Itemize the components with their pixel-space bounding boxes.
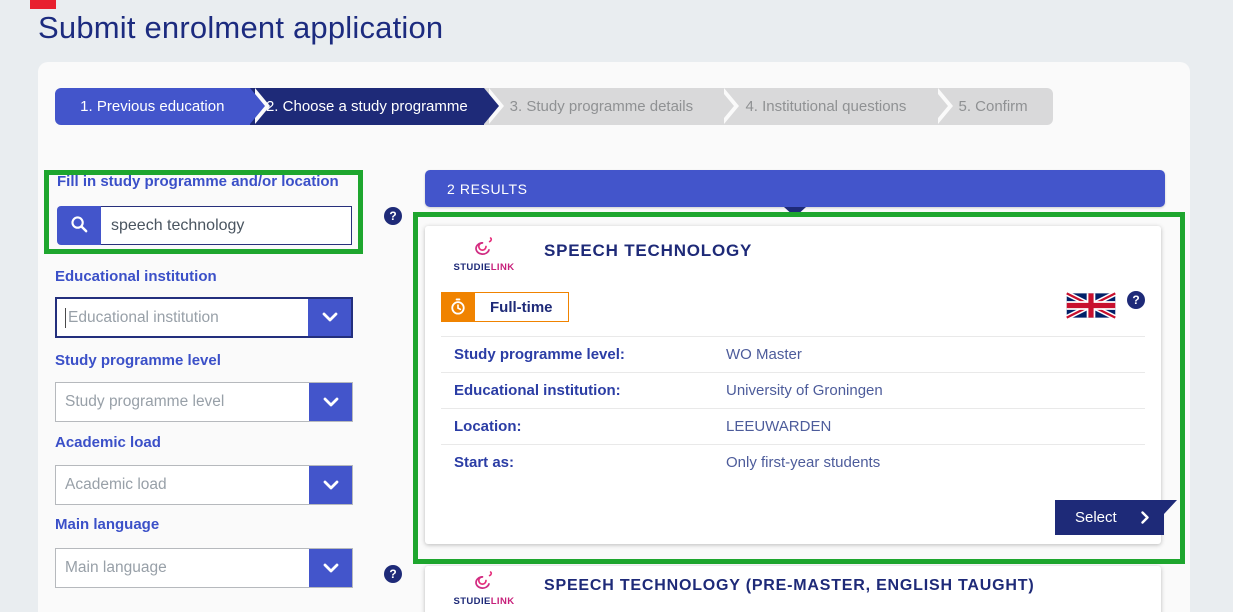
red-marker xyxy=(30,0,56,9)
step-previous-education[interactable]: 1. Previous education xyxy=(55,88,250,125)
help-icon-search[interactable]: ? xyxy=(384,207,402,225)
filter-label-educational-institution: Educational institution xyxy=(55,268,217,285)
help-icon-language[interactable]: ? xyxy=(1127,291,1145,309)
programme-title: SPEECH TECHNOLOGY xyxy=(544,241,752,261)
programme-title: SPEECH TECHNOLOGY (PRE-MASTER, ENGLISH T… xyxy=(544,577,1034,595)
clock-icon xyxy=(441,292,474,322)
studielink-logo: STUDIELINK xyxy=(451,237,517,273)
dropdown-input-study-programme-level[interactable] xyxy=(56,383,309,421)
filter-label-study-programme-level: Study programme level xyxy=(55,352,221,369)
detail-row-start-as: Start as: Only first-year students xyxy=(441,444,1145,480)
chevron-right-icon xyxy=(1141,511,1149,524)
dropdown-educational-institution[interactable] xyxy=(55,297,353,338)
chevron-down-icon xyxy=(323,561,339,576)
programme-details: Study programme level: WO Master Educati… xyxy=(441,336,1145,480)
dropdown-button-educational-institution[interactable] xyxy=(308,299,351,336)
dropdown-button-main-language[interactable] xyxy=(309,549,352,587)
step-choose-study-programme[interactable]: 2. Choose a study programme xyxy=(250,88,485,125)
page: Submit enrolment application 1. Previous… xyxy=(0,0,1233,612)
search-input[interactable] xyxy=(101,206,352,245)
fulltime-badge-label: Full-time xyxy=(474,292,569,322)
dropdown-academic-load[interactable] xyxy=(55,465,353,505)
search-row xyxy=(57,206,352,245)
dropdown-input-academic-load[interactable] xyxy=(56,466,309,504)
dropdown-button-study-programme-level[interactable] xyxy=(309,383,352,421)
fulltime-badge: Full-time xyxy=(441,292,569,322)
result-card-2: STUDIELINK SPEECH TECHNOLOGY (PRE-MASTER… xyxy=(425,566,1161,612)
studielink-wordmark: STUDIELINK xyxy=(451,597,517,607)
detail-row-institution: Educational institution: University of G… xyxy=(441,372,1145,408)
studielink-swirl-icon xyxy=(472,244,496,261)
studielink-wordmark: STUDIELINK xyxy=(451,263,517,273)
step-institutional-questions: 4. Institutional questions xyxy=(719,88,934,125)
step-study-programme-details: 3. Study programme details xyxy=(484,88,719,125)
search-button[interactable] xyxy=(57,206,101,245)
chevron-down-icon xyxy=(323,395,339,410)
result-card: STUDIELINK SPEECH TECHNOLOGY Full-time xyxy=(425,226,1161,544)
uk-flag-icon xyxy=(1065,289,1117,322)
dropdown-study-programme-level[interactable] xyxy=(55,382,353,422)
help-icon-main-language[interactable]: ? xyxy=(384,565,402,583)
search-icon xyxy=(70,215,89,237)
results-count-bar: 2 RESULTS xyxy=(425,170,1165,207)
filter-label-main-language: Main language xyxy=(55,516,159,533)
dropdown-input-educational-institution[interactable] xyxy=(57,299,308,336)
studielink-swirl-icon xyxy=(472,578,496,595)
dropdown-input-main-language[interactable] xyxy=(56,549,309,587)
page-title: Submit enrolment application xyxy=(38,10,443,46)
detail-row-level: Study programme level: WO Master xyxy=(441,336,1145,372)
text-caret xyxy=(65,308,66,328)
select-button[interactable]: Select xyxy=(1055,500,1177,535)
filter-label-academic-load: Academic load xyxy=(55,434,161,451)
chevron-down-icon xyxy=(323,478,339,493)
studielink-logo: STUDIELINK xyxy=(451,571,517,607)
select-button-label: Select xyxy=(1075,509,1117,526)
detail-row-location: Location: LEEUWARDEN xyxy=(441,408,1145,444)
dropdown-main-language[interactable] xyxy=(55,548,353,588)
chevron-down-icon xyxy=(322,310,338,325)
content-panel: 1. Previous education 2. Choose a study … xyxy=(38,62,1190,612)
dropdown-button-academic-load[interactable] xyxy=(309,466,352,504)
wizard-steps: 1. Previous education 2. Choose a study … xyxy=(55,88,1053,125)
search-label: Fill in study programme and/or location xyxy=(57,173,339,190)
